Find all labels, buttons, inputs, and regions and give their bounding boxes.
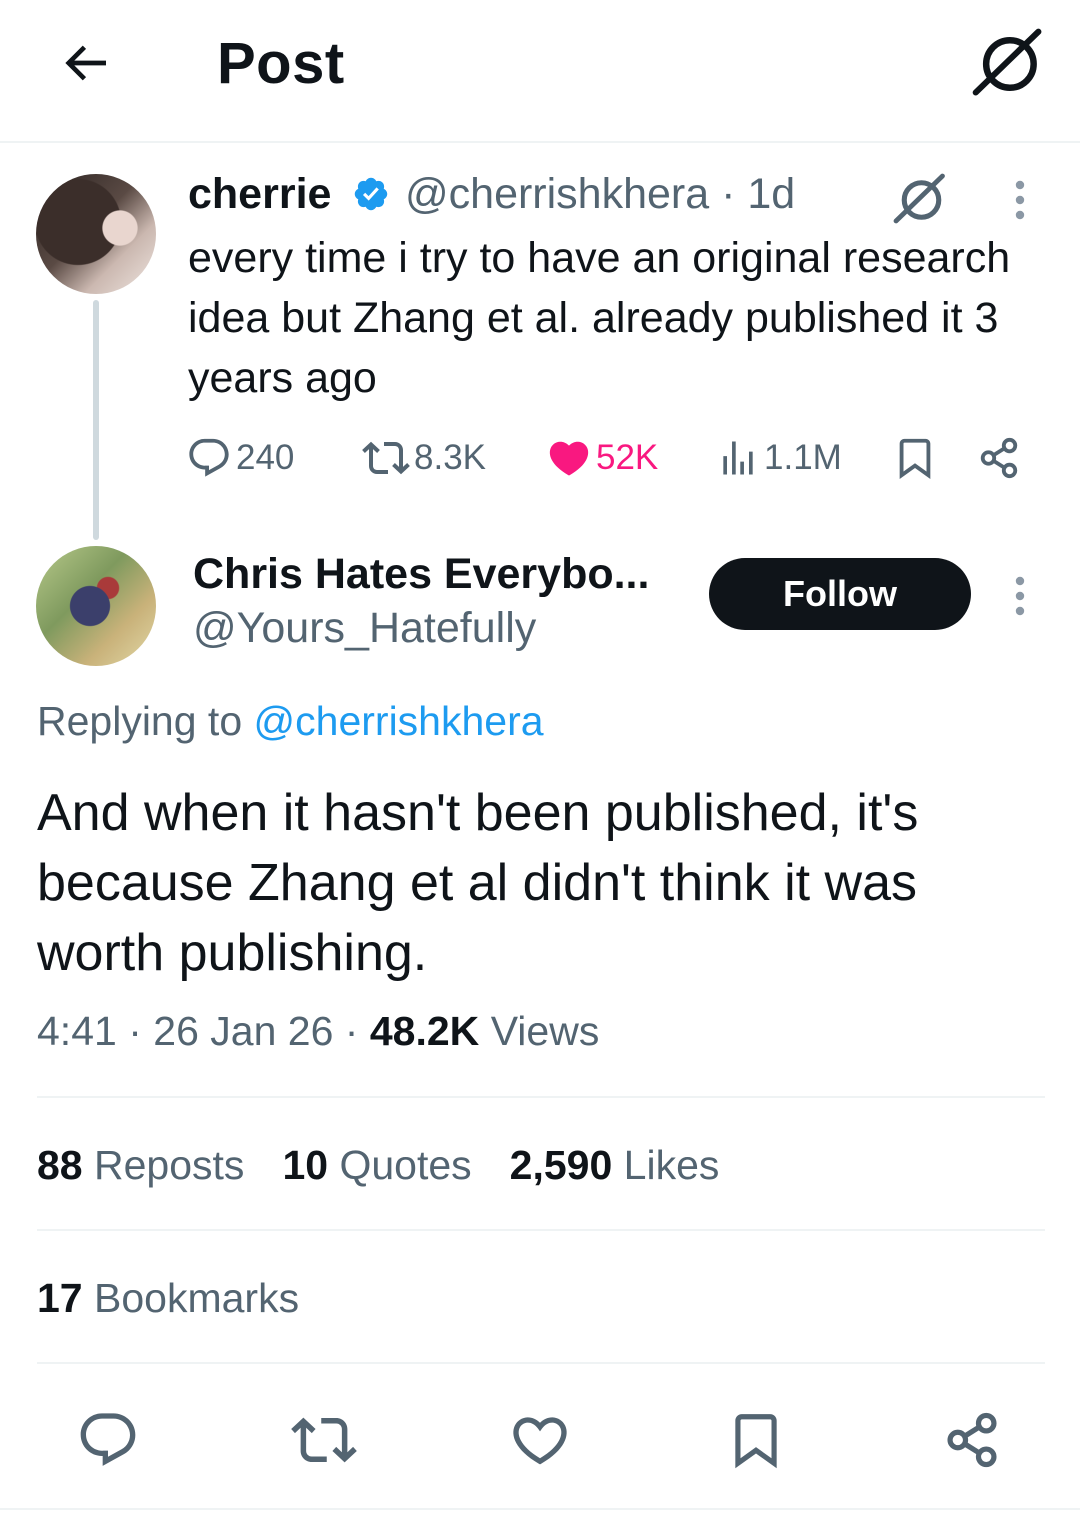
reposts-count: 88 [37,1142,83,1188]
grok-button[interactable] [888,168,952,232]
quotes-stat[interactable]: 10 Quotes [282,1142,471,1189]
divider [0,1508,1080,1510]
bookmark-icon [735,1414,777,1469]
reply-count: 240 [236,438,295,477]
back-button[interactable] [50,28,120,98]
quotes-count: 10 [282,1142,329,1188]
reply-button[interactable] [68,1400,148,1480]
post-date[interactable]: 26 Jan 26 [153,1008,333,1054]
separator: · [128,1008,142,1054]
likes-label: Likes [623,1142,720,1188]
views-label: Views [490,1008,600,1054]
bookmark-button[interactable] [716,1400,796,1480]
replying-to: Replying to @cherrishkhera [37,698,544,745]
reply-icon [80,1413,136,1466]
engagement-stats: 88 Reposts 10 Quotes 2,590 Likes [37,1142,757,1189]
verified-badge-icon [354,177,388,211]
repost-count: 8.3K [414,438,486,477]
reposts-stat[interactable]: 88 Reposts [37,1142,244,1189]
quotes-label: Quotes [339,1142,472,1188]
repost-button[interactable] [284,1400,364,1480]
divider [37,1362,1045,1364]
post-text: And when it hasn't been published, it's … [37,784,919,982]
post-text: every time i try to have an original res… [188,234,1011,402]
like-action[interactable]: 52K [546,430,658,486]
repost-icon [291,1417,357,1463]
bookmark-action[interactable] [892,430,942,486]
bookmark-icon [899,438,931,479]
more-options-button[interactable] [1000,172,1040,228]
follow-button[interactable]: Follow [709,558,971,630]
views-count: 1.1M [764,438,842,477]
heart-filled-icon [549,441,589,476]
views-action[interactable]: 1.1M [716,430,842,486]
author-name[interactable]: cherrie [188,170,331,219]
grok-button[interactable] [968,24,1048,104]
mention-link[interactable]: @cherrishkhera [254,698,544,744]
heart-icon [513,1417,567,1465]
top-bar: Post [0,0,1080,143]
likes-count: 2,590 [509,1142,613,1188]
reply-icon [189,438,229,477]
grok-icon [972,28,1042,96]
post-age: · 1d [721,170,796,218]
bookmarks-stat[interactable]: 17 Bookmarks [37,1275,299,1322]
reposts-label: Reposts [94,1142,245,1188]
share-icon [980,437,1018,479]
like-count: 52K [596,438,659,477]
repost-icon [362,441,410,475]
bookmarks-label: Bookmarks [94,1275,300,1321]
bookmarks-count: 17 [37,1275,83,1321]
reply-action[interactable]: 240 [186,430,294,486]
replying-prefix: Replying to [37,698,243,744]
divider [37,1229,1045,1231]
author-handle[interactable]: @cherrishkhera · 1d [405,170,795,219]
author-handle[interactable]: @Yours_Hatefully [193,604,536,653]
share-button[interactable] [932,1400,1012,1480]
thread-connector [93,300,99,540]
grok-icon [893,173,945,224]
post-meta: 4:41 · 26 Jan 26 · 48.2K Views [37,1008,599,1055]
views-count: 48.2K [369,1008,480,1054]
avatar[interactable] [36,546,156,666]
more-vertical-icon [1015,180,1025,220]
avatar[interactable] [36,174,156,294]
divider [37,1096,1045,1098]
author-name[interactable]: Chris Hates Everybo... [193,550,649,599]
more-vertical-icon [1015,576,1025,616]
likes-stat[interactable]: 2,590 Likes [510,1142,720,1189]
like-button[interactable] [500,1400,580,1480]
views-chart-icon [723,441,753,475]
repost-action[interactable]: 8.3K [362,430,486,486]
post-time[interactable]: 4:41 [37,1008,117,1054]
arrow-left-icon [65,45,106,81]
page-title: Post [217,31,345,96]
share-action[interactable] [976,430,1026,486]
share-icon [947,1412,997,1468]
bottom-action-bar [0,1400,1080,1480]
more-options-button[interactable] [1000,568,1040,624]
post-action-bar: 240 8.3K 52K 1.1M [186,430,1046,486]
separator: · [344,1008,359,1054]
handle-text: @cherrishkhera [405,170,710,218]
